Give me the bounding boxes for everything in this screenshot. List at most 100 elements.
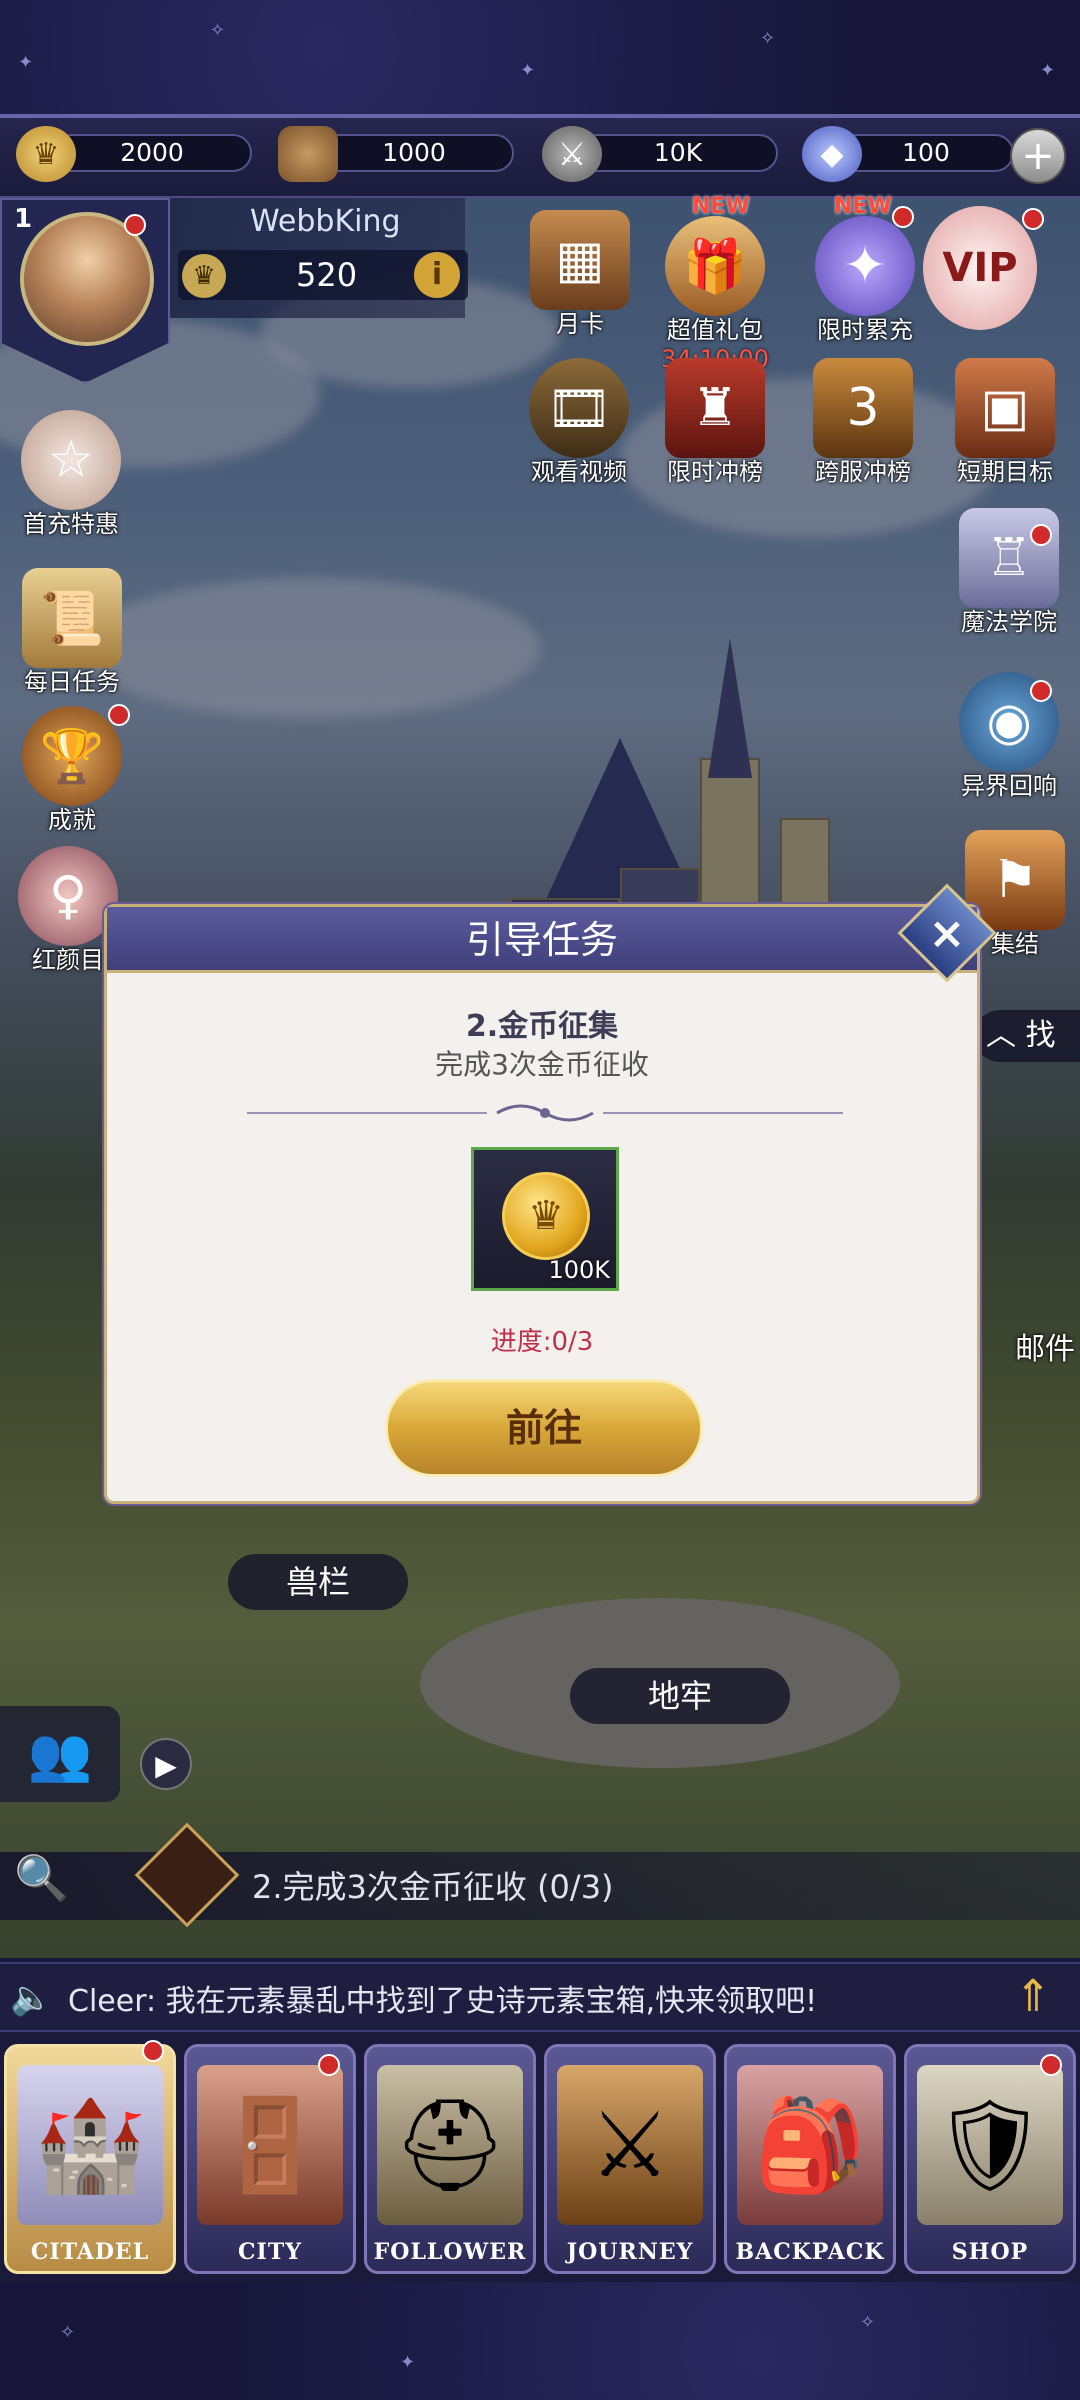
gold-amount: 2000: [52, 134, 252, 172]
expand-button[interactable]: ︿ 找: [974, 1010, 1080, 1062]
resource-gem[interactable]: 100 ◆: [802, 126, 1014, 182]
value-pack-button[interactable]: NEW 🎁 超值礼包 34:10:00: [650, 194, 780, 373]
achievement-button[interactable]: 🏆 成就: [12, 706, 132, 835]
ornament-divider: [247, 1104, 843, 1122]
new-tag: NEW: [692, 194, 750, 219]
notification-dot: [1040, 2054, 1062, 2076]
city-gate-icon: 🚪: [197, 2065, 343, 2225]
go-button[interactable]: 前往: [385, 1379, 703, 1477]
gem-chest-icon: ✦: [815, 216, 915, 316]
power-value: 520: [296, 256, 358, 294]
monthly-card-icon: ▦: [530, 210, 630, 310]
portrait-icon: ♀: [18, 846, 118, 946]
backpack-icon: 🎒: [737, 2065, 883, 2225]
mail-button[interactable]: 邮件: [1010, 1330, 1080, 1368]
swords-icon: ⚔: [557, 2065, 703, 2225]
limited-rank-button[interactable]: ♜ 限时冲榜: [650, 358, 780, 487]
task-description: 完成3次金币征收: [435, 1048, 649, 1081]
notification-dot: [1030, 524, 1052, 546]
nav-shop[interactable]: 🛡 SHOP: [904, 2044, 1076, 2274]
info-icon[interactable]: i: [414, 252, 460, 298]
shop-chest-icon: 🛡: [917, 2065, 1063, 2225]
first-recharge-button[interactable]: ☆ 首充特惠: [6, 410, 136, 539]
castle-rank-icon: ♜: [665, 358, 765, 458]
helmet-icon: ⛑: [377, 2065, 523, 2225]
resource-wood[interactable]: 1000: [278, 126, 518, 182]
gem-amount: 100: [838, 134, 1014, 172]
chat-expand-icon[interactable]: ⇑: [1006, 1970, 1060, 2024]
nav-backpack[interactable]: 🎒 BACKPACK: [724, 2044, 896, 2274]
notification-dot: [1030, 680, 1052, 702]
daily-task-button[interactable]: 📜 每日任务: [12, 568, 132, 697]
gift-pack-icon: 🎁: [665, 216, 765, 316]
power-display: ♛ 520 i: [178, 250, 468, 300]
first-recharge-icon: ☆: [21, 410, 121, 510]
beast-pen-label[interactable]: 兽栏: [228, 1554, 408, 1610]
wood-log-icon: [278, 126, 338, 182]
bottom-frame: ✧ ✦ ✧: [0, 2282, 1080, 2400]
top-frame: ✦ ✧ ✦ ✧ ✦: [0, 0, 1080, 118]
player-name: WebbKing: [250, 204, 401, 239]
resource-gold[interactable]: 2000 ♛: [16, 126, 256, 182]
notification-dot: [142, 2040, 164, 2062]
citadel-icon: 🏰: [17, 2065, 163, 2225]
friends-icon[interactable]: 👥: [0, 1706, 120, 1802]
gold-coin-icon: ♛: [16, 126, 76, 182]
task-name: 2.金币征集: [465, 1009, 619, 1044]
dungeon-label[interactable]: 地牢: [570, 1668, 790, 1724]
star-icon: ✧: [210, 20, 226, 41]
nav-journey[interactable]: ⚔ JOURNEY: [544, 2044, 716, 2274]
notification-dot: [124, 214, 146, 236]
film-reel-icon: 🎞: [529, 358, 629, 458]
star-icon: ✧: [860, 2312, 876, 2333]
chat-message: Cleer: 我在元素暴乱中找到了史诗元素宝箱,快来领取吧!: [68, 1984, 818, 2019]
ranking-icon: 3: [813, 358, 913, 458]
star-icon: ✦: [1040, 60, 1056, 81]
trophy-icon: 🏆: [22, 706, 122, 806]
star-icon: ✦: [18, 52, 34, 73]
magnifier-scroll-icon: 🔍: [14, 1853, 69, 1904]
crown-icon: ♛: [182, 254, 226, 298]
star-icon: ✧: [60, 2322, 76, 2343]
gold-coin-icon: ♛: [502, 1172, 590, 1260]
short-goal-button[interactable]: ▣ 短期目标: [940, 358, 1070, 487]
cross-server-rank-button[interactable]: 3 跨服冲榜: [798, 358, 928, 487]
notification-dot: [892, 206, 914, 228]
task-progress: 进度:0/3: [490, 1327, 594, 1357]
resource-army[interactable]: 10K ⚔: [542, 126, 782, 182]
nav-city[interactable]: 🚪 CITY: [184, 2044, 356, 2274]
star-icon: ✧: [760, 28, 776, 49]
monthly-card-button[interactable]: ▦ 月卡: [520, 210, 640, 339]
rally-icon: ⚑: [965, 830, 1065, 930]
game-screen: ✦ ✧ ✦ ✧ ✦ 2000 ♛ 1000 10K ⚔ 100 ◆ + 1 We…: [0, 0, 1080, 2400]
close-icon: ×: [928, 907, 966, 959]
wood-amount: 1000: [314, 134, 514, 172]
vip-icon: VIP: [923, 206, 1037, 330]
notification-dot: [108, 704, 130, 726]
vip-button[interactable]: VIP: [920, 206, 1040, 330]
speaker-icon: 🔈: [10, 1978, 53, 2018]
star-icon: ✦: [400, 2352, 416, 2373]
notification-dot: [318, 2054, 340, 2076]
add-gem-button[interactable]: +: [1010, 128, 1066, 184]
army-amount: 10K: [578, 134, 778, 172]
gem-icon: ◆: [802, 126, 862, 182]
reward-slot[interactable]: ♛ 100K: [471, 1147, 619, 1291]
star-icon: ✦: [520, 60, 536, 81]
guide-task-dialog: 引导任务 2.金币征集 完成3次金币征收 ♛ 100K 进度:0/3 前往: [104, 904, 980, 1504]
magic-academy-button[interactable]: ♖ 魔法学院: [944, 508, 1074, 637]
expand-arrow-icon[interactable]: ▶: [140, 1738, 192, 1790]
reward-amount: 100K: [548, 1256, 610, 1284]
notification-dot: [1022, 208, 1044, 230]
quest-tracker-text: 2.完成3次金币征收 (0/3): [252, 1868, 614, 1906]
nav-citadel[interactable]: 🏰 CITADEL: [4, 2044, 176, 2274]
dialog-title: 引导任务: [107, 907, 977, 973]
nav-follower[interactable]: ⛑ FOLLOWER: [364, 2044, 536, 2274]
player-level: 1: [14, 204, 33, 234]
watch-video-button[interactable]: 🎞 观看视频: [512, 358, 646, 487]
scroll-icon: 📜: [22, 568, 122, 668]
academy-icon: ♖: [959, 508, 1059, 608]
otherworld-echo-button[interactable]: ◉ 异界回响: [944, 672, 1074, 801]
sword-icon: ⚔: [542, 126, 602, 182]
treasure-chest-icon: ▣: [955, 358, 1055, 458]
